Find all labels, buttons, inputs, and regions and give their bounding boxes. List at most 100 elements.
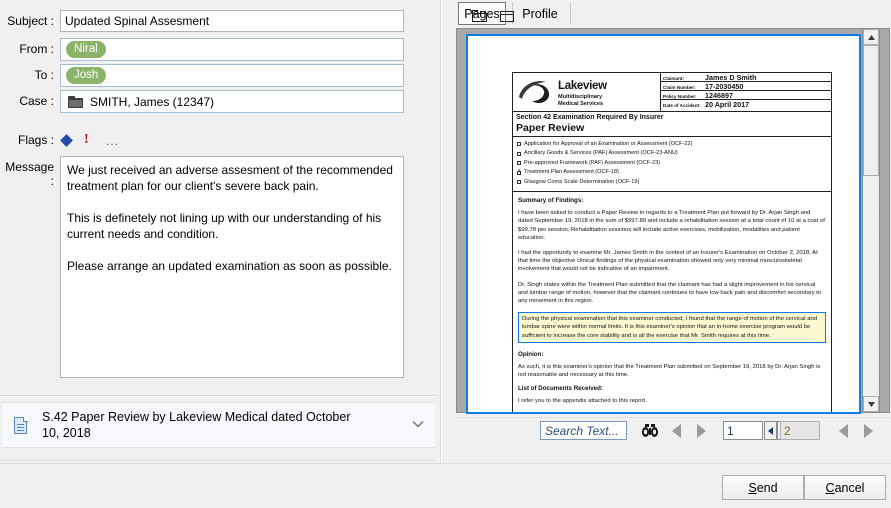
to-label: To : bbox=[34, 68, 54, 82]
checkbox-unchecked-icon[interactable] bbox=[517, 161, 521, 166]
scrollbar-track[interactable] bbox=[863, 177, 879, 396]
document-title-bar: Section 42 Examination Required By Insur… bbox=[512, 110, 832, 137]
page-spinner-down[interactable] bbox=[764, 421, 777, 440]
to-recipient-chip[interactable]: Josh bbox=[66, 67, 107, 84]
form-divider-highlight bbox=[0, 396, 437, 397]
highlighted-paragraph[interactable]: During the physical examination that thi… bbox=[518, 312, 826, 343]
claim-key: Date of Accident: bbox=[663, 103, 701, 108]
cancel-label-rest: ancel bbox=[834, 480, 865, 495]
case-value: SMITH, James (12347) bbox=[90, 94, 215, 109]
from-input[interactable]: Niral bbox=[60, 38, 404, 61]
scrollbar-thumb[interactable] bbox=[863, 45, 879, 176]
checklist-label: Pre-approved Framework (PAF) Assessment … bbox=[524, 159, 661, 166]
summary-paragraph: I have been asked to conduct a Paper Rev… bbox=[518, 210, 825, 241]
subject-value: Updated Spinal Assesment bbox=[65, 14, 210, 28]
documents-heading: List of Documents Received: bbox=[518, 385, 603, 393]
claim-key: Policy Number: bbox=[663, 94, 697, 99]
dialog-footer: Send Cancel bbox=[0, 463, 891, 508]
binoculars-icon bbox=[641, 424, 659, 437]
lakeview-logo: Lakeview Multidisciplinary Medical Servi… bbox=[513, 73, 661, 111]
page-total-value: 2 bbox=[784, 423, 791, 438]
tab-profile[interactable]: Profile bbox=[516, 2, 564, 25]
from-recipient-chip[interactable]: Niral bbox=[66, 41, 106, 58]
tab-separator-2 bbox=[570, 2, 571, 24]
claim-row: Policy Number: 1246897 bbox=[661, 91, 831, 100]
panel-toggle-button[interactable] bbox=[496, 6, 518, 26]
document-page[interactable]: Lakeview Multidisciplinary Medical Servi… bbox=[466, 34, 861, 414]
attachment-list-item[interactable]: S.42 Paper Review by Lakeview Medical da… bbox=[2, 402, 435, 448]
claim-value: 17-2030450 bbox=[705, 82, 744, 91]
open-folder-button[interactable] bbox=[468, 6, 490, 26]
cancel-accel: C bbox=[825, 480, 835, 495]
page-total-display: 2 bbox=[780, 421, 820, 440]
search-text-field[interactable] bbox=[540, 421, 627, 440]
footer-divider bbox=[0, 463, 891, 464]
checklist-item: Application for Approval of an Examinati… bbox=[517, 140, 827, 150]
checkbox-checked-icon[interactable] bbox=[517, 169, 521, 175]
attachment-title: S.42 Paper Review by Lakeview Medical da… bbox=[42, 410, 351, 440]
subject-label: Subject : bbox=[7, 14, 54, 28]
triangle-left-icon bbox=[838, 423, 848, 438]
triangle-right-icon bbox=[696, 423, 706, 438]
from-label: From : bbox=[19, 42, 54, 56]
documents-paragraph: I refer you to the appendix attached to … bbox=[518, 398, 647, 405]
scroll-down-icon[interactable] bbox=[863, 396, 879, 412]
window-panel-icon bbox=[500, 10, 514, 22]
more-flags-button[interactable]: ... bbox=[106, 134, 119, 148]
checkbox-unchecked-icon[interactable] bbox=[517, 180, 521, 185]
find-button[interactable] bbox=[641, 422, 659, 438]
next-page-button[interactable] bbox=[858, 421, 878, 440]
checklist-item: Glasgow Coma Scale Determination (OCF-19… bbox=[517, 178, 827, 188]
document-vertical-scrollbar[interactable] bbox=[862, 28, 880, 413]
search-input[interactable] bbox=[540, 421, 627, 440]
checklist-label: Treatment Plan Assessment (OCF-18) bbox=[524, 169, 619, 176]
priority-exclamation-icon[interactable]: ! bbox=[84, 131, 89, 149]
logo-subline-1: Multidisciplinary bbox=[558, 93, 603, 100]
triangle-left-icon bbox=[671, 423, 681, 438]
cancel-button[interactable]: Cancel bbox=[804, 475, 886, 500]
chevron-down-icon[interactable] bbox=[411, 417, 425, 431]
logo-subline-2: Medical Services bbox=[558, 101, 604, 108]
spinner-left-icon bbox=[768, 426, 773, 435]
checklist-label: Ancillary Goods & Services (PAF) Assessm… bbox=[524, 150, 678, 157]
claim-key: Claimant: bbox=[663, 76, 684, 81]
summary-heading: Summary of Findings: bbox=[518, 197, 584, 205]
case-folder-icon bbox=[68, 95, 83, 108]
send-button[interactable]: Send bbox=[722, 475, 804, 500]
prev-match-button[interactable] bbox=[666, 421, 686, 440]
prev-page-button[interactable] bbox=[833, 421, 853, 440]
page-number-input[interactable] bbox=[724, 422, 762, 439]
claim-key: Claim Number: bbox=[663, 85, 696, 90]
document-content: Lakeview Multidisciplinary Medical Servi… bbox=[512, 72, 832, 412]
claim-info-table: Claimant: James D Smith Claim Number: 17… bbox=[661, 73, 831, 111]
subject-input[interactable]: Updated Spinal Assesment bbox=[60, 10, 404, 32]
message-body-textarea[interactable]: We just received an adverse assesment of… bbox=[60, 156, 404, 378]
checklist-label: Glasgow Coma Scale Determination (OCF-19… bbox=[524, 178, 640, 185]
diamond-flag-icon[interactable] bbox=[60, 134, 73, 147]
claim-row: Claimant: James D Smith bbox=[661, 73, 831, 82]
case-input[interactable]: SMITH, James (12347) bbox=[60, 90, 404, 113]
scroll-up-icon[interactable] bbox=[863, 29, 879, 45]
to-input[interactable]: Josh bbox=[60, 64, 404, 87]
checklist-label: Application for Approval of an Examinati… bbox=[524, 140, 693, 147]
checkbox-unchecked-icon[interactable] bbox=[517, 142, 521, 147]
checkbox-unchecked-icon[interactable] bbox=[517, 151, 521, 156]
next-match-button[interactable] bbox=[691, 421, 711, 440]
field-row-case: Case : SMITH, James (12347) bbox=[0, 90, 404, 113]
page-number-field[interactable] bbox=[723, 421, 763, 440]
message-label: Message : bbox=[5, 160, 54, 188]
field-row-from: From : Niral bbox=[0, 38, 404, 61]
folder-open-icon bbox=[471, 10, 487, 22]
field-row-subject: Subject : Updated Spinal Assesment bbox=[0, 10, 404, 32]
send-accel: S bbox=[748, 480, 757, 495]
document-viewer-pane: Pages Profile Lakeview Multidisciplinary… bbox=[447, 0, 891, 463]
checklist-item: Ancillary Goods & Services (PAF) Assessm… bbox=[517, 149, 827, 159]
summary-paragraph: I had the opportunity to examine Mr. Jam… bbox=[518, 250, 818, 273]
assessment-type-checklist: Application for Approval of an Examinati… bbox=[512, 136, 832, 193]
page-viewport[interactable]: Lakeview Multidisciplinary Medical Servi… bbox=[456, 28, 890, 414]
compose-form-pane: Subject : Updated Spinal Assesment From … bbox=[0, 0, 444, 463]
compose-message-window: Subject : Updated Spinal Assesment From … bbox=[0, 0, 891, 508]
logo-name: Lakeview bbox=[558, 80, 607, 92]
pane-separator-highlight bbox=[441, 0, 442, 463]
document-icon bbox=[14, 416, 28, 434]
